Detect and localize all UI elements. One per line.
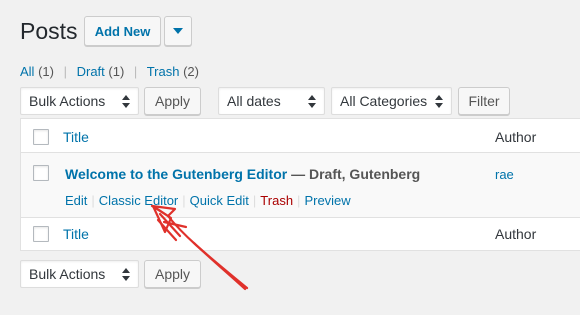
post-state: — Draft, Gutenberg (287, 166, 421, 182)
select-arrows-icon (435, 95, 443, 108)
dates-value: All dates (227, 93, 281, 109)
column-author-footer: Author (495, 226, 537, 242)
add-new-button[interactable]: Add New (84, 16, 161, 46)
select-all-checkbox-footer[interactable] (33, 226, 49, 242)
view-all-count: (1) (38, 64, 54, 79)
categories-select[interactable]: All Categories (331, 87, 452, 115)
divider: | (63, 64, 67, 79)
post-title-link[interactable]: Welcome to the Gutenberg Editor (65, 166, 287, 182)
page-title: Posts (20, 18, 78, 44)
categories-value: All Categories (340, 93, 428, 109)
view-all-link[interactable]: All (20, 64, 34, 79)
posts-table: Title Author Welcome to the Gutenberg Ed… (20, 118, 580, 251)
table-footer-row: Title Author (21, 217, 580, 251)
quick-edit-action[interactable]: Quick Edit (190, 193, 249, 208)
apply-button-bottom[interactable]: Apply (144, 260, 201, 288)
dates-select[interactable]: All dates (218, 87, 325, 115)
row-checkbox[interactable] (33, 165, 49, 181)
classic-editor-action[interactable]: Classic Editor (99, 193, 178, 208)
divider: | (133, 64, 138, 79)
select-arrows-icon (122, 268, 130, 281)
bulk-actions-value: Bulk Actions (29, 266, 106, 282)
post-title: Welcome to the Gutenberg Editor — Draft,… (65, 166, 420, 182)
column-title-header[interactable]: Title (63, 129, 89, 145)
trash-action[interactable]: Trash (260, 193, 293, 208)
select-arrows-icon (308, 95, 316, 108)
view-draft-link[interactable]: Draft (77, 64, 105, 79)
view-trash-link[interactable]: Trash (147, 64, 180, 79)
divider: | (182, 193, 186, 208)
filter-button[interactable]: Filter (458, 87, 510, 115)
column-title-footer[interactable]: Title (63, 226, 89, 242)
edit-action[interactable]: Edit (65, 193, 87, 208)
divider: | (297, 193, 301, 208)
post-author-link[interactable]: rae (495, 167, 514, 182)
chevron-down-icon (173, 28, 183, 34)
table-header-row: Title Author (21, 119, 580, 153)
bulk-actions-value: Bulk Actions (29, 93, 106, 109)
column-author-header: Author (495, 129, 537, 145)
preview-action[interactable]: Preview (304, 193, 350, 208)
apply-button-top[interactable]: Apply (144, 87, 201, 115)
divider: | (91, 193, 95, 208)
bulk-actions-select-top[interactable]: Bulk Actions (20, 87, 139, 115)
view-trash-count: (2) (183, 64, 199, 79)
table-row: Welcome to the Gutenberg Editor — Draft,… (21, 153, 580, 217)
bulk-actions-select-bottom[interactable]: Bulk Actions (20, 260, 139, 288)
select-all-checkbox[interactable] (33, 129, 49, 145)
view-draft-count: (1) (108, 64, 125, 79)
row-actions: Edit | Classic Editor | Quick Edit | Trash | Pre… (65, 193, 351, 208)
divider: | (252, 193, 257, 208)
add-new-dropdown-toggle[interactable] (164, 16, 192, 46)
post-status-views: All (1) | Draft (1) | Trash (2) (20, 64, 199, 79)
select-arrows-icon (122, 95, 130, 108)
